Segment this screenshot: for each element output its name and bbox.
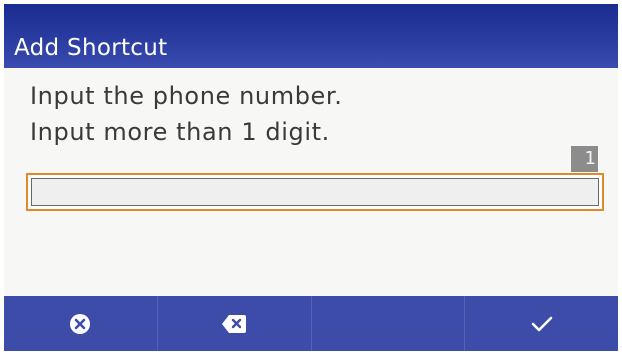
title-bar: Add Shortcut — [4, 4, 618, 68]
phone-screen: Add Shortcut Input the phone number. Inp… — [4, 4, 618, 351]
hint-text: Input more than 1 digit. — [30, 118, 330, 146]
cancel-icon — [69, 313, 91, 335]
cancel-softkey[interactable] — [4, 296, 158, 351]
checkmark-icon — [531, 315, 553, 333]
confirm-softkey[interactable] — [465, 296, 618, 351]
dialog-title: Add Shortcut — [14, 35, 168, 61]
phone-number-input[interactable] — [26, 173, 604, 211]
phone-number-value — [31, 178, 599, 206]
backspace-softkey[interactable] — [158, 296, 312, 351]
backspace-icon — [221, 314, 247, 334]
softkey-bar — [4, 296, 618, 351]
digit-counter-badge: 1 — [571, 146, 598, 172]
empty-softkey[interactable] — [312, 296, 466, 351]
instruction-text: Input the phone number. — [30, 82, 343, 110]
dialog-body: Input the phone number. Input more than … — [4, 68, 618, 296]
